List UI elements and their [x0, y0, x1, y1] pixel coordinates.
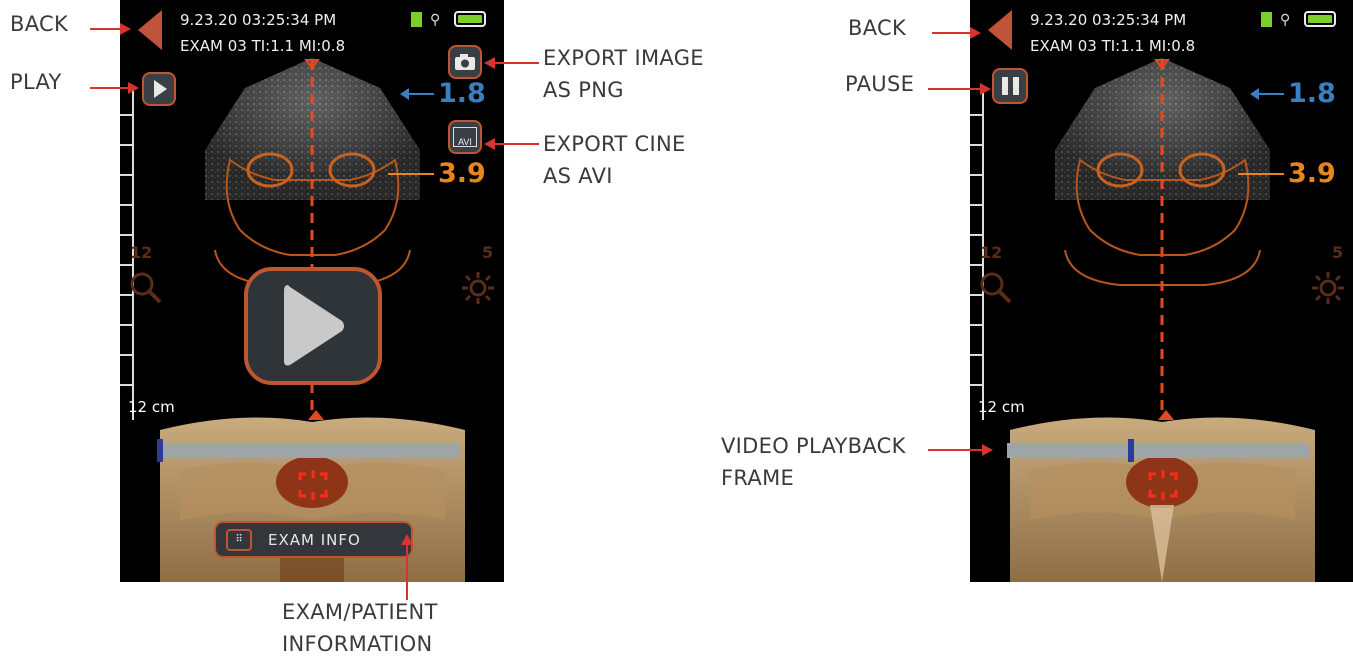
callout-line: [494, 62, 539, 64]
export-cine-button[interactable]: AVI: [448, 120, 482, 154]
exam-label: EXAM 03 TI:1.1 MI:0.8: [1030, 37, 1196, 55]
depth-value-blue: 1.8: [438, 78, 486, 109]
sd-card-icon: [1261, 12, 1272, 27]
callout-arrow: [980, 83, 991, 95]
depth-value-orange: 3.9: [438, 158, 486, 189]
usb-icon: ⚲: [1280, 11, 1291, 27]
exam-label: EXAM 03 TI:1.1 MI:0.8: [180, 37, 346, 55]
callout-playback-frame: VIDEO PLAYBACK FRAME: [721, 434, 906, 490]
callout-arrow: [982, 444, 993, 456]
callout-line: [928, 88, 982, 90]
zoom-value: 12: [980, 243, 1003, 262]
playback-position-marker[interactable]: [157, 439, 163, 462]
large-play-button[interactable]: [244, 267, 382, 385]
brightness-icon[interactable]: [1310, 270, 1346, 306]
depth-value-orange: 3.9: [1288, 158, 1336, 189]
callout-arrow: [970, 27, 981, 39]
callout-exam-info: EXAM/PATIENT INFORMATION: [282, 600, 438, 656]
callout-back-right: BACK: [848, 16, 907, 40]
callout-play: PLAY: [10, 70, 62, 94]
target-icon: [1148, 470, 1178, 500]
battery-icon: [454, 11, 486, 27]
keyboard-icon: ⠿: [226, 528, 252, 551]
ultrasound-screen-left: 9.23.20 03:25:34 PM EXAM 03 TI:1.1 MI:0.…: [120, 0, 504, 582]
zoom-value: 12: [130, 243, 153, 262]
probe-marker: [1158, 410, 1174, 420]
playback-timeline[interactable]: [1007, 443, 1309, 458]
usb-icon: ⚲: [430, 11, 441, 27]
datetime-label: 9.23.20 03:25:34 PM: [1030, 11, 1187, 29]
callout-line: [928, 449, 984, 451]
callout-export-cine: EXPORT CINE AS AVI: [543, 132, 686, 188]
callout-line: [90, 28, 122, 30]
depth-arrow-blue: [1250, 88, 1259, 100]
playback-timeline[interactable]: [157, 443, 459, 458]
callout-arrow: [128, 82, 139, 94]
callout-line: [932, 32, 972, 34]
callout-line: [494, 143, 539, 145]
brightness-value: 5: [1332, 243, 1344, 262]
callout-pause: PAUSE: [845, 72, 915, 96]
depth-marker-blue: [406, 93, 434, 95]
callout-arrow: [120, 23, 131, 35]
callout-export-image: EXPORT IMAGE AS PNG: [543, 46, 704, 102]
callout-line: [90, 87, 130, 89]
probe-marker: [308, 410, 324, 420]
zoom-icon[interactable]: [128, 270, 164, 306]
exam-info-label: EXAM INFO: [268, 530, 361, 549]
pause-button[interactable]: [992, 68, 1028, 104]
zoom-icon[interactable]: [978, 270, 1014, 306]
avi-icon: AVI: [453, 127, 477, 147]
callout-back-left: BACK: [10, 12, 69, 36]
back-button[interactable]: [138, 10, 162, 50]
playback-position-marker[interactable]: [1128, 439, 1135, 462]
depth-marker-orange: [1238, 173, 1284, 175]
play-icon-large: [284, 285, 344, 366]
play-icon: [154, 80, 167, 98]
battery-icon: [1304, 11, 1336, 27]
depth-cm-label: 12 cm: [128, 398, 175, 416]
exam-info-button[interactable]: ⠿ EXAM INFO: [214, 521, 413, 558]
depth-marker-orange: [388, 173, 434, 175]
ultrasound-screen-right: 9.23.20 03:25:34 PM EXAM 03 TI:1.1 MI:0.…: [970, 0, 1353, 582]
sd-card-icon: [411, 12, 422, 27]
depth-cm-label: 12 cm: [978, 398, 1025, 416]
callout-line: [406, 544, 408, 600]
play-button[interactable]: [142, 72, 176, 106]
brightness-icon[interactable]: [460, 270, 496, 306]
target-icon: [298, 470, 328, 500]
back-button[interactable]: [988, 10, 1012, 50]
depth-arrow-blue: [400, 88, 409, 100]
datetime-label: 9.23.20 03:25:34 PM: [180, 11, 337, 29]
brightness-value: 5: [482, 243, 494, 262]
camera-icon: [455, 54, 475, 70]
export-image-button[interactable]: [448, 45, 482, 79]
pause-icon: [1001, 77, 1019, 95]
depth-marker-blue: [1256, 93, 1284, 95]
depth-value-blue: 1.8: [1288, 78, 1336, 109]
